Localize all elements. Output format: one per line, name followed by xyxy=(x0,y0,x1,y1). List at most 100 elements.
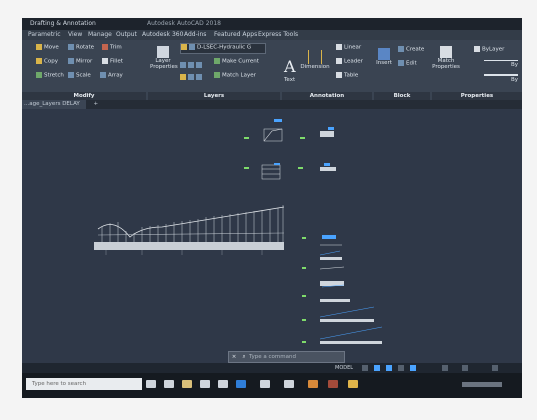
close-icon[interactable]: × xyxy=(229,352,239,362)
store-icon[interactable] xyxy=(200,380,210,388)
detail-block-top-2 xyxy=(261,163,281,180)
workspace-name[interactable]: Drafting & Annotation xyxy=(30,18,96,30)
workspace-gear-icon[interactable] xyxy=(462,365,468,371)
tab-view[interactable]: View xyxy=(66,31,84,38)
ortho-icon[interactable] xyxy=(386,365,392,371)
mail-icon[interactable] xyxy=(218,380,228,388)
calculator-icon[interactable] xyxy=(284,380,294,388)
create-button[interactable]: Create xyxy=(398,46,424,53)
ribbon-tabs: Parametric View Manage Output Autodesk 3… xyxy=(22,30,522,40)
scale-icon xyxy=(68,72,74,78)
freeze-icon xyxy=(189,44,195,50)
move-icon xyxy=(36,44,42,50)
command-input[interactable]: Type a command xyxy=(249,354,296,360)
tab-add-ins[interactable]: Add-ins xyxy=(182,31,208,38)
match-layer-icon xyxy=(214,72,220,78)
linear-dropdown[interactable]: Linear xyxy=(336,44,361,51)
search-icon[interactable]: ⌕ xyxy=(239,352,249,362)
lineweight-dropdown[interactable]: By xyxy=(484,74,518,83)
autocad-a-icon[interactable] xyxy=(348,380,358,388)
task-view-icon[interactable] xyxy=(146,380,156,388)
autocad-window: Drafting & Annotation Autodesk AutoCAD 2… xyxy=(22,18,522,398)
panel-layers[interactable]: Layers xyxy=(148,92,280,100)
autocad-taskbar-icon[interactable] xyxy=(328,380,338,388)
tab-featured-apps[interactable]: Featured Apps xyxy=(212,31,259,38)
make-current-button[interactable]: Make Current xyxy=(214,58,259,65)
layer-tools-row2[interactable] xyxy=(180,74,204,81)
tab-autodesk-360[interactable]: Autodesk 360 xyxy=(140,31,185,38)
insert-icon xyxy=(378,48,390,60)
edge-icon[interactable] xyxy=(164,380,174,388)
trim-icon xyxy=(102,44,108,50)
trim-button[interactable]: Trim xyxy=(102,44,122,51)
fillet-button[interactable]: Fillet xyxy=(102,58,123,65)
layer-properties-button[interactable]: Layer Properties xyxy=(150,46,178,70)
insert-button[interactable]: Insert xyxy=(374,48,394,66)
layer-stack-icon xyxy=(157,46,169,58)
edit-button[interactable]: Edit xyxy=(398,60,417,67)
color-dropdown[interactable]: ByLayer xyxy=(474,46,504,53)
pipe-detail-column xyxy=(319,127,383,361)
make-current-icon xyxy=(214,58,220,64)
snap-icon[interactable] xyxy=(374,365,380,371)
layer-dropdown[interactable]: D-LSEC-Hydraulic G xyxy=(180,43,266,54)
panel-modify[interactable]: Modify xyxy=(22,92,146,100)
layer-tools-row1[interactable] xyxy=(180,62,204,69)
scale-button[interactable]: Scale xyxy=(68,72,91,79)
tab-output[interactable]: Output xyxy=(114,31,139,38)
panel-annotation[interactable]: Annotation xyxy=(282,92,372,100)
rotate-icon xyxy=(68,44,74,50)
panel-block[interactable]: Block xyxy=(374,92,430,100)
linear-icon xyxy=(336,44,342,50)
stretch-icon xyxy=(36,72,42,78)
file-tab-bar: ...age_Layers DELAY + xyxy=(22,100,522,109)
chrome-icon[interactable] xyxy=(236,380,246,388)
annotation-scale-icon[interactable] xyxy=(442,365,448,371)
leader-dropdown[interactable]: Leader xyxy=(336,58,363,65)
tab-parametric[interactable]: Parametric xyxy=(26,31,63,38)
status-bar: MODEL xyxy=(22,363,522,373)
create-icon xyxy=(398,46,404,52)
lightbulb-icon xyxy=(181,44,187,50)
text-button[interactable]: Text xyxy=(284,77,295,83)
rotate-button[interactable]: Rotate xyxy=(68,44,94,51)
mirror-button[interactable]: Mirror xyxy=(68,58,92,65)
drawing-svg xyxy=(94,119,383,363)
table-icon xyxy=(336,72,342,78)
copy-button[interactable]: Copy xyxy=(36,58,58,65)
match-layer-button[interactable]: Match Layer xyxy=(214,72,256,79)
detail-block-top-1 xyxy=(263,119,283,142)
dimension-button[interactable]: Dimension xyxy=(300,50,330,70)
layer-merge-icon xyxy=(196,74,202,80)
leader-icon xyxy=(336,58,342,64)
drawing-canvas[interactable] xyxy=(22,109,522,374)
outlook-icon[interactable] xyxy=(260,380,270,388)
model-space-button[interactable]: MODEL xyxy=(335,365,353,371)
table-button[interactable]: Table xyxy=(336,72,358,79)
new-tab-plus-icon[interactable]: + xyxy=(94,101,99,107)
array-button[interactable]: Array xyxy=(100,72,123,79)
file-explorer-icon[interactable] xyxy=(182,380,192,388)
taskbar-search[interactable]: Type here to search xyxy=(26,378,142,390)
powerpoint-icon[interactable] xyxy=(308,380,318,388)
panel-properties[interactable]: Properties xyxy=(432,92,522,100)
file-tab[interactable]: ...age_Layers DELAY xyxy=(22,100,86,109)
match-properties-button[interactable]: Match Properties xyxy=(432,46,460,70)
layer-isolate-icon xyxy=(188,62,194,68)
linetype-dropdown[interactable]: By xyxy=(484,60,518,68)
osnap-icon[interactable] xyxy=(410,365,416,371)
layer-lock-icon xyxy=(180,74,186,80)
move-button[interactable]: Move xyxy=(36,44,59,51)
polar-icon[interactable] xyxy=(398,365,404,371)
system-tray[interactable] xyxy=(462,382,502,387)
grid-icon[interactable] xyxy=(362,365,368,371)
taskbar: Type here to search xyxy=(22,373,522,398)
tab-manage[interactable]: Manage xyxy=(86,31,114,38)
array-icon xyxy=(100,72,106,78)
stretch-button[interactable]: Stretch xyxy=(36,72,64,79)
title-bar: Drafting & Annotation Autodesk AutoCAD 2… xyxy=(22,18,522,30)
command-line[interactable]: × ⌕ Type a command xyxy=(228,351,345,363)
text-icon[interactable]: A xyxy=(284,57,296,76)
customize-icon[interactable] xyxy=(492,365,498,371)
tab-express-tools[interactable]: Express Tools xyxy=(256,31,300,38)
